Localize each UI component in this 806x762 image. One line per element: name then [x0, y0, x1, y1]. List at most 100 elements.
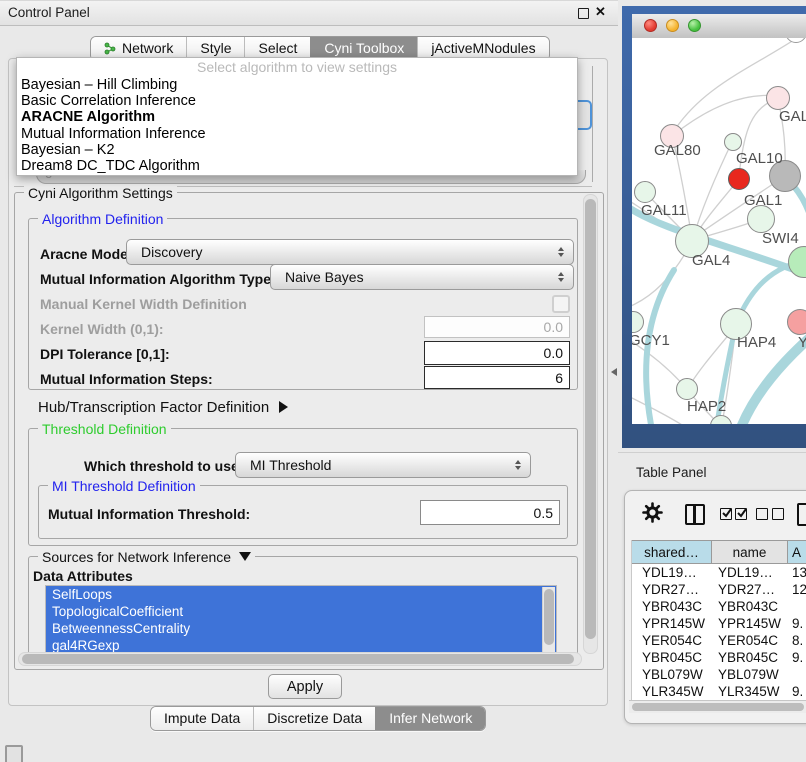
- data-attributes-list: SelfLoopsTopologicalCoefficientBetweenne…: [45, 585, 557, 654]
- algorithm-option[interactable]: Basic Correlation Inference: [17, 93, 577, 109]
- table-cell: 9.: [788, 650, 806, 665]
- algorithm-option[interactable]: Mutual Information Inference: [17, 126, 577, 142]
- table-row[interactable]: YBR043CYBR043C: [632, 598, 806, 615]
- table-cell: 13: [788, 565, 806, 580]
- dpi-tolerance-label: DPI Tolerance [0,1]:: [40, 346, 170, 362]
- table-panel-title: Table Panel: [636, 465, 707, 480]
- algorithm-definition-title: Algorithm Definition: [38, 211, 167, 227]
- dock-mini-icon[interactable]: [5, 745, 23, 762]
- control-panel-title: Control Panel: [8, 5, 90, 20]
- attribute-item-selected[interactable]: TopologicalCoefficient: [46, 603, 556, 620]
- manual-kernel-checkbox[interactable]: [552, 295, 570, 313]
- minimize-window-icon[interactable]: [666, 19, 679, 32]
- node-label: GAL80: [654, 142, 701, 159]
- table-cell: YBL079W: [712, 667, 788, 682]
- attribute-item-selected[interactable]: SelfLoops: [46, 586, 556, 603]
- algorithm-dropdown: Select algorithm to view settings Bayesi…: [16, 57, 578, 176]
- aracne-mode-label: Aracne Mode:: [40, 246, 133, 262]
- network-node[interactable]: [766, 86, 790, 110]
- combo-spinner-icon: [515, 460, 521, 470]
- aracne-mode-combo[interactable]: Discovery: [126, 239, 574, 265]
- deselect-all-icon[interactable]: [756, 508, 768, 520]
- close-panel-icon[interactable]: ✕: [595, 4, 606, 20]
- network-node[interactable]: [676, 378, 698, 400]
- node-label: Y: [798, 334, 806, 351]
- panel-collapse-handle[interactable]: [611, 368, 617, 376]
- node-label: GCY1: [632, 332, 670, 349]
- close-window-icon[interactable]: [644, 19, 657, 32]
- attribute-item-selected[interactable]: BetweennessCentrality: [46, 620, 556, 637]
- dpi-tolerance-field[interactable]: 0.0: [424, 341, 570, 365]
- network-node[interactable]: [747, 205, 775, 233]
- data-attributes-items: SelfLoopsTopologicalCoefficientBetweenne…: [46, 586, 556, 654]
- network-node[interactable]: [634, 181, 656, 203]
- hub-section-toggle[interactable]: Hub/Transcription Factor Definition: [38, 399, 288, 416]
- table-row[interactable]: YLR345WYLR345W9.: [632, 683, 806, 700]
- mi-steps-label: Mutual Information Steps:: [40, 371, 213, 387]
- threshold-definition-title: Threshold Definition: [38, 421, 171, 437]
- columns-icon[interactable]: [685, 504, 705, 525]
- algorithm-option[interactable]: Dream8 DC_TDC Algorithm: [17, 158, 577, 174]
- tab-impute-data[interactable]: Impute Data: [151, 707, 253, 730]
- table-row[interactable]: YER054CYER054C8.: [632, 632, 806, 649]
- expand-right-icon: [279, 401, 288, 413]
- table-horizontal-scrollbar[interactable]: [629, 700, 806, 713]
- table-cell: YDL19…: [632, 565, 712, 580]
- algorithm-dropdown-hint: Select algorithm to view settings: [17, 58, 577, 77]
- deselect-all-icon[interactable]: [772, 508, 784, 520]
- apply-button[interactable]: Apply: [268, 674, 342, 699]
- node-label: GAL: [779, 108, 806, 125]
- table-cell: YDR27…: [712, 582, 788, 597]
- network-tab-icon: [104, 42, 117, 55]
- mi-algorithm-type-label: Mutual Information Algorithm Type:: [40, 271, 276, 287]
- data-attributes-label: Data Attributes: [33, 568, 133, 584]
- which-threshold-label: Which threshold to use:: [84, 458, 243, 474]
- table-row[interactable]: YDL19…YDL19…13: [632, 564, 806, 581]
- tab-infer-network[interactable]: Infer Network: [375, 707, 485, 730]
- gear-icon[interactable]: [642, 502, 663, 523]
- select-all-checked-icon[interactable]: [735, 508, 747, 520]
- table-row[interactable]: YDR27…YDR27…12: [632, 581, 806, 598]
- settings-vertical-scrollbar[interactable]: [583, 194, 598, 654]
- sources-toggle[interactable]: Sources for Network Inference: [38, 549, 255, 565]
- algorithm-option[interactable]: Bayesian – Hill Climbing: [17, 77, 577, 93]
- mi-threshold-field[interactable]: 0.5: [420, 500, 560, 525]
- algorithm-option[interactable]: Bayesian – K2: [17, 142, 577, 158]
- algorithm-option[interactable]: ARACNE Algorithm: [17, 109, 577, 125]
- node-label: GAL11: [641, 202, 687, 219]
- node-label: GAL4: [692, 252, 730, 269]
- select-all-checked-icon[interactable]: [720, 508, 732, 520]
- table-row[interactable]: YBR045CYBR045C9.: [632, 649, 806, 666]
- kernel-width-field[interactable]: 0.0: [424, 316, 570, 338]
- node-label: GAL10: [736, 150, 783, 167]
- network-node[interactable]: [787, 309, 806, 335]
- node-label: HAP2: [687, 398, 726, 415]
- table-cell: 9.: [788, 684, 806, 699]
- table-row[interactable]: YBL079WYBL079W: [632, 666, 806, 683]
- column-header-name[interactable]: name: [712, 541, 788, 563]
- zoom-window-icon[interactable]: [688, 19, 701, 32]
- table-cell: YBR045C: [632, 650, 712, 665]
- table-panel: shared… name A YDL19…YDL19…13YDR27…YDR27…: [624, 490, 806, 724]
- network-canvas[interactable]: GALGAL80GAL10GAL11GAL1SWI4GAL4GCY1HAP4YH…: [632, 38, 806, 424]
- table-body: YDL19…YDL19…13YDR27…YDR27…12YBR043CYBR04…: [632, 564, 806, 707]
- float-panel-icon[interactable]: [578, 8, 589, 19]
- mi-algorithm-type-combo[interactable]: Naive Bayes: [270, 264, 574, 290]
- tab-discretize-data[interactable]: Discretize Data: [253, 707, 375, 730]
- table-row[interactable]: YPR145WYPR145W9.: [632, 615, 806, 632]
- column-header-clipped[interactable]: A: [788, 541, 806, 563]
- column-header-shared-name[interactable]: shared…: [632, 541, 712, 563]
- attribute-list-scrollbar[interactable]: [542, 587, 555, 652]
- table-cell: YLR345W: [632, 684, 712, 699]
- table-cell: 12: [788, 582, 806, 597]
- network-node[interactable]: [728, 168, 750, 190]
- table-header-row: shared… name A: [632, 540, 806, 564]
- mi-threshold-group-title: MI Threshold Definition: [48, 478, 200, 494]
- network-node[interactable]: [724, 133, 742, 151]
- mi-steps-field[interactable]: 6: [424, 366, 570, 389]
- settings-horizontal-scrollbar[interactable]: [18, 652, 582, 666]
- document-icon[interactable]: [797, 503, 806, 526]
- network-window-frame: GALGAL80GAL10GAL11GAL1SWI4GAL4GCY1HAP4YH…: [622, 6, 806, 448]
- which-threshold-combo[interactable]: MI Threshold: [235, 452, 531, 478]
- table-cell: 8.: [788, 633, 806, 648]
